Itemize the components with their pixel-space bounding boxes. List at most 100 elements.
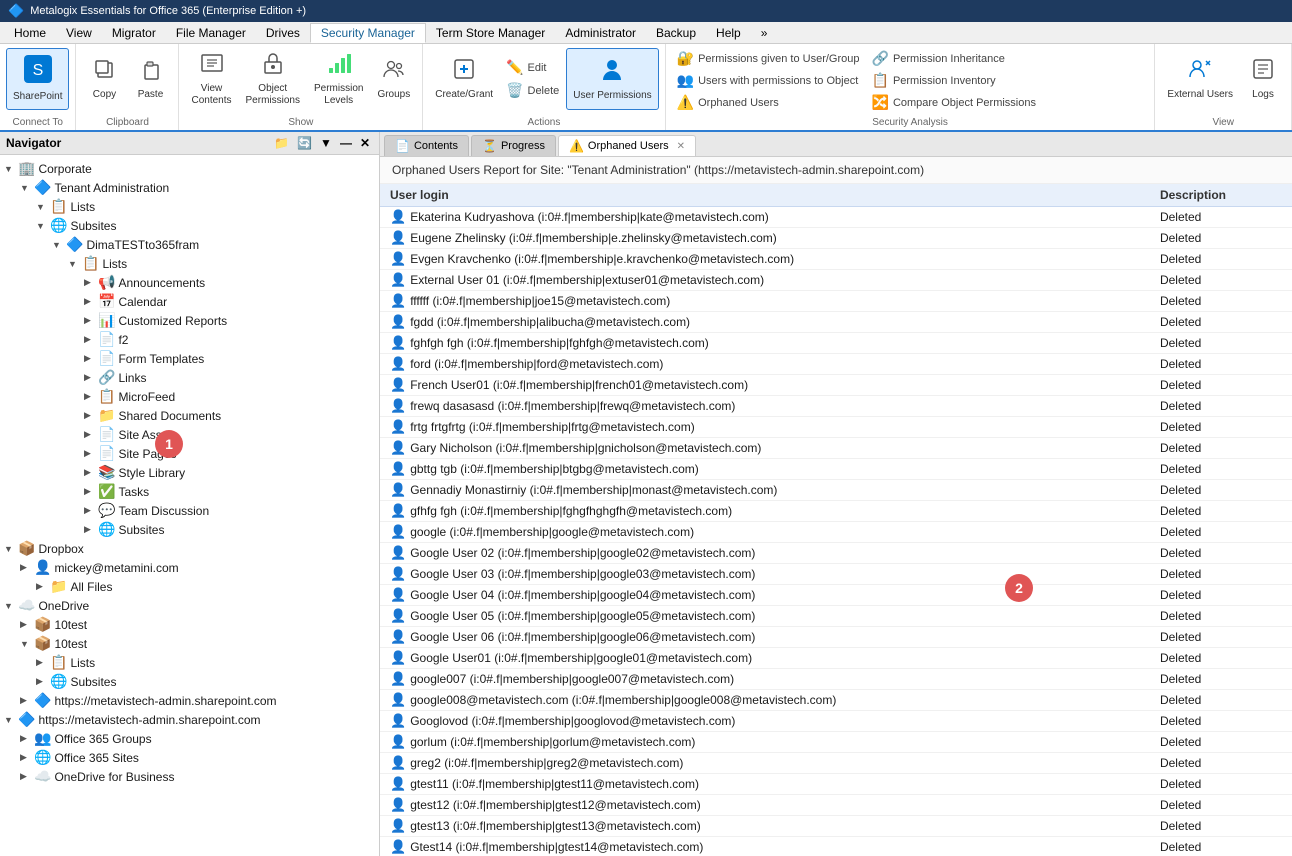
table-row[interactable]: 👤google (i:0#.f|membership|google@metavi…: [380, 522, 1292, 543]
tree-item-customized-reports[interactable]: ▶📊Customized Reports: [0, 311, 379, 330]
tree-item-team-discussion[interactable]: ▶💬Team Discussion: [0, 501, 379, 520]
tree-expand-subsites-1[interactable]: ▼: [36, 221, 50, 231]
tree-item-corporate[interactable]: ▼🏢Corporate: [0, 159, 379, 178]
table-row[interactable]: 👤Google User 03 (i:0#.f|membership|googl…: [380, 564, 1292, 585]
tab-close-orphaned-users[interactable]: ✕: [677, 141, 685, 152]
groups-button[interactable]: Groups: [371, 48, 416, 110]
menu-item-migrator[interactable]: Migrator: [102, 24, 166, 42]
tree-item-10test-2[interactable]: ▼📦10test: [0, 634, 379, 653]
tree-item-mickey[interactable]: ▶👤mickey@metamini.com: [0, 558, 379, 577]
table-row[interactable]: 👤fghfgh fgh (i:0#.f|membership|fghfgh@me…: [380, 333, 1292, 354]
table-row[interactable]: 👤Google User 05 (i:0#.f|membership|googl…: [380, 606, 1292, 627]
table-row[interactable]: 👤google008@metavistech.com (i:0#.f|membe…: [380, 690, 1292, 711]
nav-tool-folders[interactable]: 📁: [271, 135, 292, 151]
menu-item-»[interactable]: »: [751, 24, 778, 42]
user-permissions-button[interactable]: User Permissions: [566, 48, 658, 110]
table-row[interactable]: 👤greg2 (i:0#.f|membership|greg2@metavist…: [380, 753, 1292, 774]
tree-item-onedrive-business[interactable]: ▶☁️OneDrive for Business: [0, 767, 379, 786]
tree-item-all-files[interactable]: ▶📁All Files: [0, 577, 379, 596]
table-row[interactable]: 👤google007 (i:0#.f|membership|google007@…: [380, 669, 1292, 690]
table-row[interactable]: 👤Ekaterina Kudryashova (i:0#.f|membershi…: [380, 207, 1292, 228]
tab-contents[interactable]: 📄Contents: [384, 135, 469, 156]
tree-expand-site-assets[interactable]: ▶: [84, 429, 98, 440]
tree-item-shared-docs[interactable]: ▶📁Shared Documents: [0, 406, 379, 425]
table-row[interactable]: 👤ford (i:0#.f|membership|ford@metavistec…: [380, 354, 1292, 375]
menu-item-home[interactable]: Home: [4, 24, 56, 42]
table-row[interactable]: 👤frtg frtgfrtg (i:0#.f|membership|frtg@m…: [380, 417, 1292, 438]
tree-expand-microfeed[interactable]: ▶: [84, 391, 98, 402]
menu-item-administrator[interactable]: Administrator: [555, 24, 646, 42]
object-permissions-button[interactable]: ObjectPermissions: [240, 48, 306, 110]
tree-item-lists-2[interactable]: ▼📋Lists: [0, 254, 379, 273]
tree-item-f2[interactable]: ▶📄f2: [0, 330, 379, 349]
tree-item-subsites-1[interactable]: ▼🌐Subsites: [0, 216, 379, 235]
menu-item-security-manager[interactable]: Security Manager: [310, 23, 426, 43]
table-row[interactable]: 👤gtest11 (i:0#.f|membership|gtest11@meta…: [380, 774, 1292, 795]
tree-expand-dimatest[interactable]: ▼: [52, 240, 66, 250]
tree-item-site-assets[interactable]: ▶📄Site Assets: [0, 425, 379, 444]
menu-item-view[interactable]: View: [56, 24, 102, 42]
tree-expand-sp-admin-root[interactable]: ▼: [4, 715, 18, 725]
table-row[interactable]: 👤Gary Nicholson (i:0#.f|membership|gnich…: [380, 438, 1292, 459]
table-row[interactable]: 👤Gennadiy Monastirniy (i:0#.f|membership…: [380, 480, 1292, 501]
table-row[interactable]: 👤gorlum (i:0#.f|membership|gorlum@metavi…: [380, 732, 1292, 753]
menu-item-file-manager[interactable]: File Manager: [166, 24, 256, 42]
user-table-wrapper[interactable]: User login Description 👤Ekaterina Kudrya…: [380, 184, 1292, 856]
tree-expand-lists-2[interactable]: ▼: [68, 259, 82, 269]
tree-item-lists-1[interactable]: ▼📋Lists: [0, 197, 379, 216]
table-row[interactable]: 👤Eugene Zhelinsky (i:0#.f|membership|e.z…: [380, 228, 1292, 249]
tree-item-dimatest[interactable]: ▼🔷DimaTESTto365fram: [0, 235, 379, 254]
tree-item-sp-admin-root[interactable]: ▼🔷https://metavistech-admin.sharepoint.c…: [0, 710, 379, 729]
tree-expand-links[interactable]: ▶: [84, 372, 98, 383]
tree-item-10test-1[interactable]: ▶📦10test: [0, 615, 379, 634]
table-row[interactable]: 👤gtest12 (i:0#.f|membership|gtest12@meta…: [380, 795, 1292, 816]
tree-expand-10test-2[interactable]: ▼: [20, 639, 34, 649]
tree-expand-mickey[interactable]: ▶: [20, 562, 34, 573]
tree-expand-lists-1[interactable]: ▼: [36, 202, 50, 212]
tree-item-onedrive[interactable]: ▼☁️OneDrive: [0, 596, 379, 615]
tree-item-form-templates[interactable]: ▶📄Form Templates: [0, 349, 379, 368]
tree-item-sp-admin[interactable]: ▶🔷https://metavistech-admin.sharepoint.c…: [0, 691, 379, 710]
menu-item-drives[interactable]: Drives: [256, 24, 310, 42]
nav-tool-dropdown[interactable]: ▼: [317, 135, 335, 151]
tree-expand-subsites-inner[interactable]: ▶: [84, 524, 98, 535]
table-row[interactable]: 👤ffffff (i:0#.f|membership|joe15@metavis…: [380, 291, 1292, 312]
tree-item-subsites-onedrive[interactable]: ▶🌐Subsites: [0, 672, 379, 691]
tree-item-o365-sites[interactable]: ▶🌐Office 365 Sites: [0, 748, 379, 767]
nav-tool-close[interactable]: ✕: [357, 135, 373, 151]
permissions-given-button[interactable]: 🔐 Permissions given to User/Group: [672, 48, 865, 69]
table-row[interactable]: 👤External User 01 (i:0#.f|membership|ext…: [380, 270, 1292, 291]
tree-expand-announcements[interactable]: ▶: [84, 277, 98, 288]
tree-expand-lists-onedrive[interactable]: ▶: [36, 657, 50, 668]
delete-button[interactable]: 🗑️ Delete: [501, 80, 564, 101]
permission-inheritance-button[interactable]: 🔗 Permission Inheritance: [867, 48, 1042, 69]
tree-item-site-pages[interactable]: ▶📄Site Pages: [0, 444, 379, 463]
table-row[interactable]: 👤frewq dasasasd (i:0#.f|membership|frewq…: [380, 396, 1292, 417]
orphaned-users-button[interactable]: ⚠️ Orphaned Users: [672, 92, 865, 113]
tree-expand-onedrive[interactable]: ▼: [4, 601, 18, 611]
tree-expand-team-discussion[interactable]: ▶: [84, 505, 98, 516]
tree-expand-onedrive-business[interactable]: ▶: [20, 771, 34, 782]
paste-button[interactable]: Paste: [128, 48, 172, 110]
tree-expand-o365-sites[interactable]: ▶: [20, 752, 34, 763]
tree-expand-customized-reports[interactable]: ▶: [84, 315, 98, 326]
tree-item-tenant-admin[interactable]: ▼🔷Tenant Administration: [0, 178, 379, 197]
table-row[interactable]: 👤gtest13 (i:0#.f|membership|gtest13@meta…: [380, 816, 1292, 837]
tree-item-calendar[interactable]: ▶📅Calendar: [0, 292, 379, 311]
tree-expand-style-library[interactable]: ▶: [84, 467, 98, 478]
tree-expand-f2[interactable]: ▶: [84, 334, 98, 345]
menu-item-term-store-manager[interactable]: Term Store Manager: [426, 24, 555, 42]
tree-item-microfeed[interactable]: ▶📋MicroFeed: [0, 387, 379, 406]
tree-item-links[interactable]: ▶🔗Links: [0, 368, 379, 387]
tree-expand-dropbox[interactable]: ▼: [4, 544, 18, 554]
tree-expand-subsites-onedrive[interactable]: ▶: [36, 676, 50, 687]
table-row[interactable]: 👤Google User 06 (i:0#.f|membership|googl…: [380, 627, 1292, 648]
tree-item-style-library[interactable]: ▶📚Style Library: [0, 463, 379, 482]
tree-expand-tenant-admin[interactable]: ▼: [20, 183, 34, 193]
create-grant-button[interactable]: Create/Grant: [429, 48, 499, 110]
table-row[interactable]: 👤Gtest14 (i:0#.f|membership|gtest14@meta…: [380, 837, 1292, 856]
tree-expand-all-files[interactable]: ▶: [36, 581, 50, 592]
table-row[interactable]: 👤French User01 (i:0#.f|membership|french…: [380, 375, 1292, 396]
edit-button[interactable]: ✏️ Edit: [501, 57, 564, 78]
table-row[interactable]: 👤gbttg tgb (i:0#.f|membership|btgbg@meta…: [380, 459, 1292, 480]
